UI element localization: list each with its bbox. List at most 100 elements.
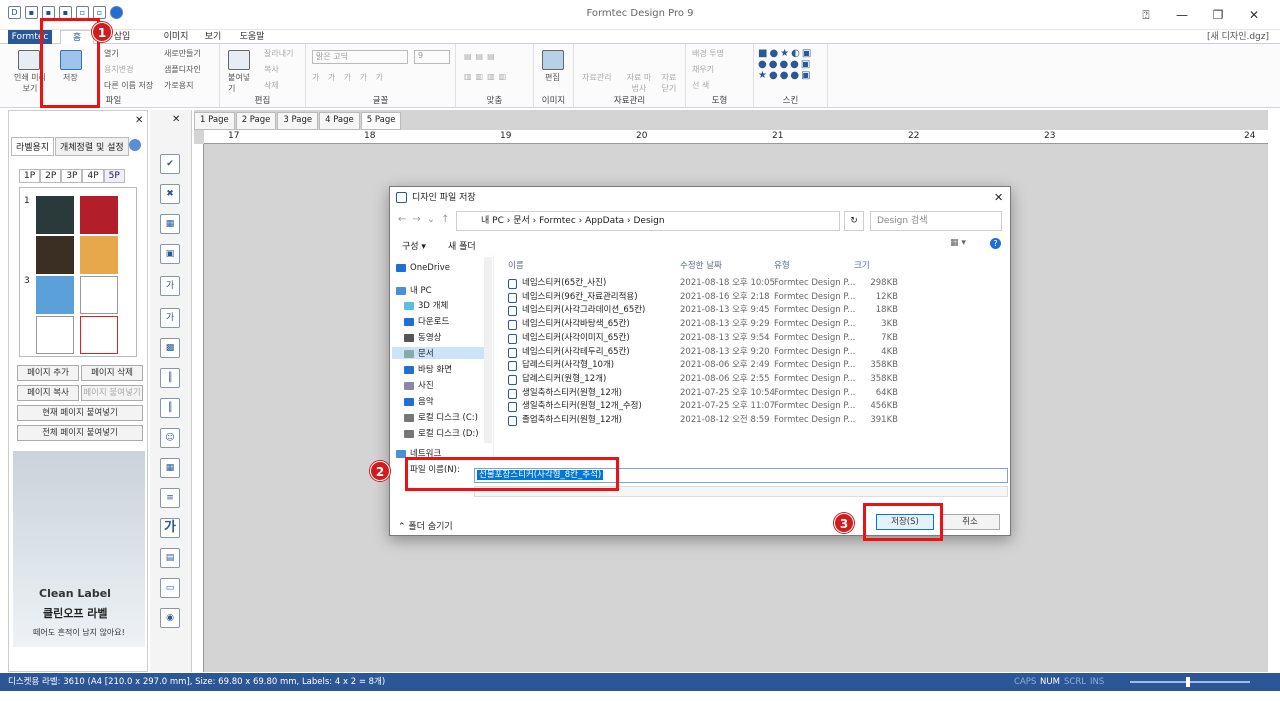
- nav-documents[interactable]: 문서: [392, 347, 484, 359]
- label-cell[interactable]: [36, 316, 74, 354]
- page-tab-5[interactable]: 5 Page: [360, 112, 402, 130]
- cancel-button[interactable]: 취소: [940, 514, 1000, 530]
- thumb-tab-2p[interactable]: 2P: [40, 169, 62, 183]
- file-row[interactable]: 네임스티커(65칸_사진) 2021-08-18 오후 10:05 Formtec …: [508, 277, 898, 291]
- page-tab-4[interactable]: 4 Page: [319, 112, 360, 130]
- tab-view[interactable]: 보기: [196, 30, 230, 44]
- column-name[interactable]: 이름: [508, 259, 524, 271]
- fill-label[interactable]: 채우기: [692, 64, 714, 75]
- label-cell[interactable]: [80, 236, 118, 274]
- grid-tool-icon[interactable]: ▦: [160, 458, 180, 478]
- copy-page-button[interactable]: 페이지 복사: [17, 385, 79, 401]
- font-select[interactable]: 맑은 고딕: [312, 50, 408, 64]
- thumb-tab-5p[interactable]: 5P: [103, 169, 125, 183]
- address-bar[interactable]: 내 PC › 문서 › Formtec › AppData › Design: [456, 211, 840, 231]
- nav-videos[interactable]: 동영상: [404, 331, 441, 343]
- image-edit-icon[interactable]: [542, 50, 564, 70]
- restore-button[interactable]: ❐: [1200, 4, 1236, 26]
- skin-swatches[interactable]: ■●★◐▣ ●●●●▣ ★●●●▣: [758, 48, 813, 81]
- nav-3d-objects[interactable]: 3D 개체: [404, 299, 448, 311]
- label-cell-selected[interactable]: [80, 316, 118, 354]
- paste-page-button[interactable]: 페이지 붙여넣기: [81, 385, 143, 401]
- close-tools-icon[interactable]: ✕: [172, 114, 180, 125]
- sample-item[interactable]: 샘플디자인: [164, 64, 201, 75]
- bg-transparent-check[interactable]: 배경 투명: [692, 48, 724, 59]
- list-tool-icon[interactable]: ≡: [160, 488, 180, 508]
- label-cell[interactable]: [36, 276, 74, 314]
- delete-page-button[interactable]: 페이지 삭제: [81, 365, 143, 381]
- clipart-tool-icon[interactable]: ▤: [160, 548, 180, 568]
- page-tab-2[interactable]: 2 Page: [235, 112, 277, 130]
- nav-arrows-icon[interactable]: ←→⌄↑: [398, 214, 456, 225]
- zoom-slider[interactable]: [1130, 681, 1250, 683]
- print-preview-icon[interactable]: [18, 50, 40, 70]
- thumb-tab-3p[interactable]: 3P: [61, 169, 83, 183]
- delete-item[interactable]: 삭제: [264, 80, 279, 91]
- file-row[interactable]: 네임스티커(사각테두리_65칸) 2021-08-13 오후 9:20 Formte…: [508, 346, 898, 360]
- help-icon[interactable]: ?: [990, 238, 1001, 249]
- file-row[interactable]: 답례스티커(사각형_10개) 2021-08-06 오후 2:49 Formtec …: [508, 359, 898, 373]
- hide-folders-button[interactable]: ⌃ 폴더 숨기기: [398, 519, 453, 532]
- nav-local-disk-c[interactable]: 로컬 디스크 (C:): [404, 411, 478, 423]
- image-edit-label[interactable]: 편집: [545, 72, 560, 83]
- align-buttons[interactable]: ▤▤▤: [464, 52, 499, 61]
- file-row[interactable]: 네임스티커(사각이미지_65칸) 2021-08-13 오후 9:54 Formte…: [508, 332, 898, 346]
- label-cell[interactable]: [36, 236, 74, 274]
- data-wizard-label[interactable]: 자료 마법사: [626, 72, 652, 94]
- thumb-tab-4p[interactable]: 4P: [82, 169, 104, 183]
- column-date[interactable]: 수정한 날짜: [680, 259, 722, 271]
- person-tool-icon[interactable]: ☺: [160, 428, 180, 448]
- file-row[interactable]: 답례스티커(원형_12개) 2021-08-06 오후 2:55 Formtec D…: [508, 373, 898, 387]
- paste-label[interactable]: 붙여넣기: [228, 72, 254, 94]
- close-panel-icon[interactable]: ✕: [135, 115, 143, 126]
- save-as-item[interactable]: 다른 이름 저장: [104, 80, 153, 91]
- text-tool-icon[interactable]: 가: [160, 276, 180, 296]
- nav-local-disk-d[interactable]: 로컬 디스크 (D:): [404, 427, 479, 439]
- add-page-button[interactable]: 페이지 추가: [17, 365, 79, 381]
- label-cell[interactable]: [36, 196, 74, 234]
- search-input[interactable]: Design 검색: [870, 211, 1002, 231]
- data-close-label[interactable]: 자료 닫기: [658, 72, 680, 94]
- line-color-label[interactable]: 선 색: [692, 80, 709, 91]
- text-edit-tool-icon[interactable]: 가: [160, 308, 180, 328]
- column-type[interactable]: 유형: [774, 259, 790, 271]
- font-tool-icon[interactable]: 가: [160, 518, 180, 538]
- page-tab-3[interactable]: 3 Page: [277, 112, 319, 130]
- zoom-slider-thumb[interactable]: [1186, 677, 1190, 687]
- label-cell[interactable]: [80, 276, 118, 314]
- thumb-tab-1p[interactable]: 1P: [19, 169, 41, 183]
- tab-object-align[interactable]: 개체정렬 및 설정: [55, 137, 129, 156]
- nav-this-pc[interactable]: 내 PC: [396, 284, 432, 296]
- cut-item[interactable]: 잘라내기: [264, 48, 293, 59]
- column-size[interactable]: 크기: [854, 259, 870, 271]
- select-tool-icon[interactable]: ✔: [160, 154, 180, 174]
- valign-buttons[interactable]: ▥▥▥▥: [464, 72, 510, 81]
- open-item[interactable]: 열기: [104, 48, 119, 59]
- table-tool-icon[interactable]: ▦: [160, 214, 180, 234]
- picture-tool-icon[interactable]: ▭: [160, 578, 180, 598]
- file-row[interactable]: 생일축하스티커(원형_12개) 2021-07-25 오후 10:54 Formte…: [508, 387, 898, 401]
- organize-button[interactable]: 구성 ▾: [402, 239, 426, 252]
- file-row[interactable]: 생일축하스티커(원형_12개_수정) 2021-07-25 오후 11:07 For…: [508, 400, 898, 414]
- font-size-select[interactable]: 9: [414, 50, 450, 64]
- paste-current-page-button[interactable]: 현재 페이지 붙여넣기: [17, 405, 143, 421]
- minimize-button[interactable]: —: [1164, 4, 1200, 26]
- panel-nav-icon[interactable]: [129, 139, 141, 151]
- barcode-tool-icon[interactable]: ║: [160, 368, 180, 388]
- refresh-icon[interactable]: ↻: [844, 211, 864, 231]
- paste-icon[interactable]: [228, 50, 250, 70]
- nav-music[interactable]: 음악: [404, 395, 434, 407]
- close-button[interactable]: ✕: [1236, 4, 1272, 26]
- label-cell[interactable]: [80, 196, 118, 234]
- new-folder-button[interactable]: 새 폴더: [448, 239, 476, 252]
- nav-pictures[interactable]: 사진: [404, 379, 434, 391]
- disc-tool-icon[interactable]: ◉: [160, 608, 180, 628]
- new-item[interactable]: 새로만들기: [164, 48, 201, 59]
- skin-icon[interactable]: [110, 6, 123, 19]
- paste-all-pages-button[interactable]: 전체 페이지 붙여넣기: [17, 425, 143, 441]
- landscape-item[interactable]: 가로용지: [164, 80, 193, 91]
- view-options-icon[interactable]: ▦ ▾: [950, 238, 966, 248]
- page-tab-1[interactable]: 1 Page: [194, 112, 235, 130]
- save-icon[interactable]: ▪: [25, 6, 38, 19]
- font-style-buttons[interactable]: 가 가 가 가 가: [312, 72, 386, 83]
